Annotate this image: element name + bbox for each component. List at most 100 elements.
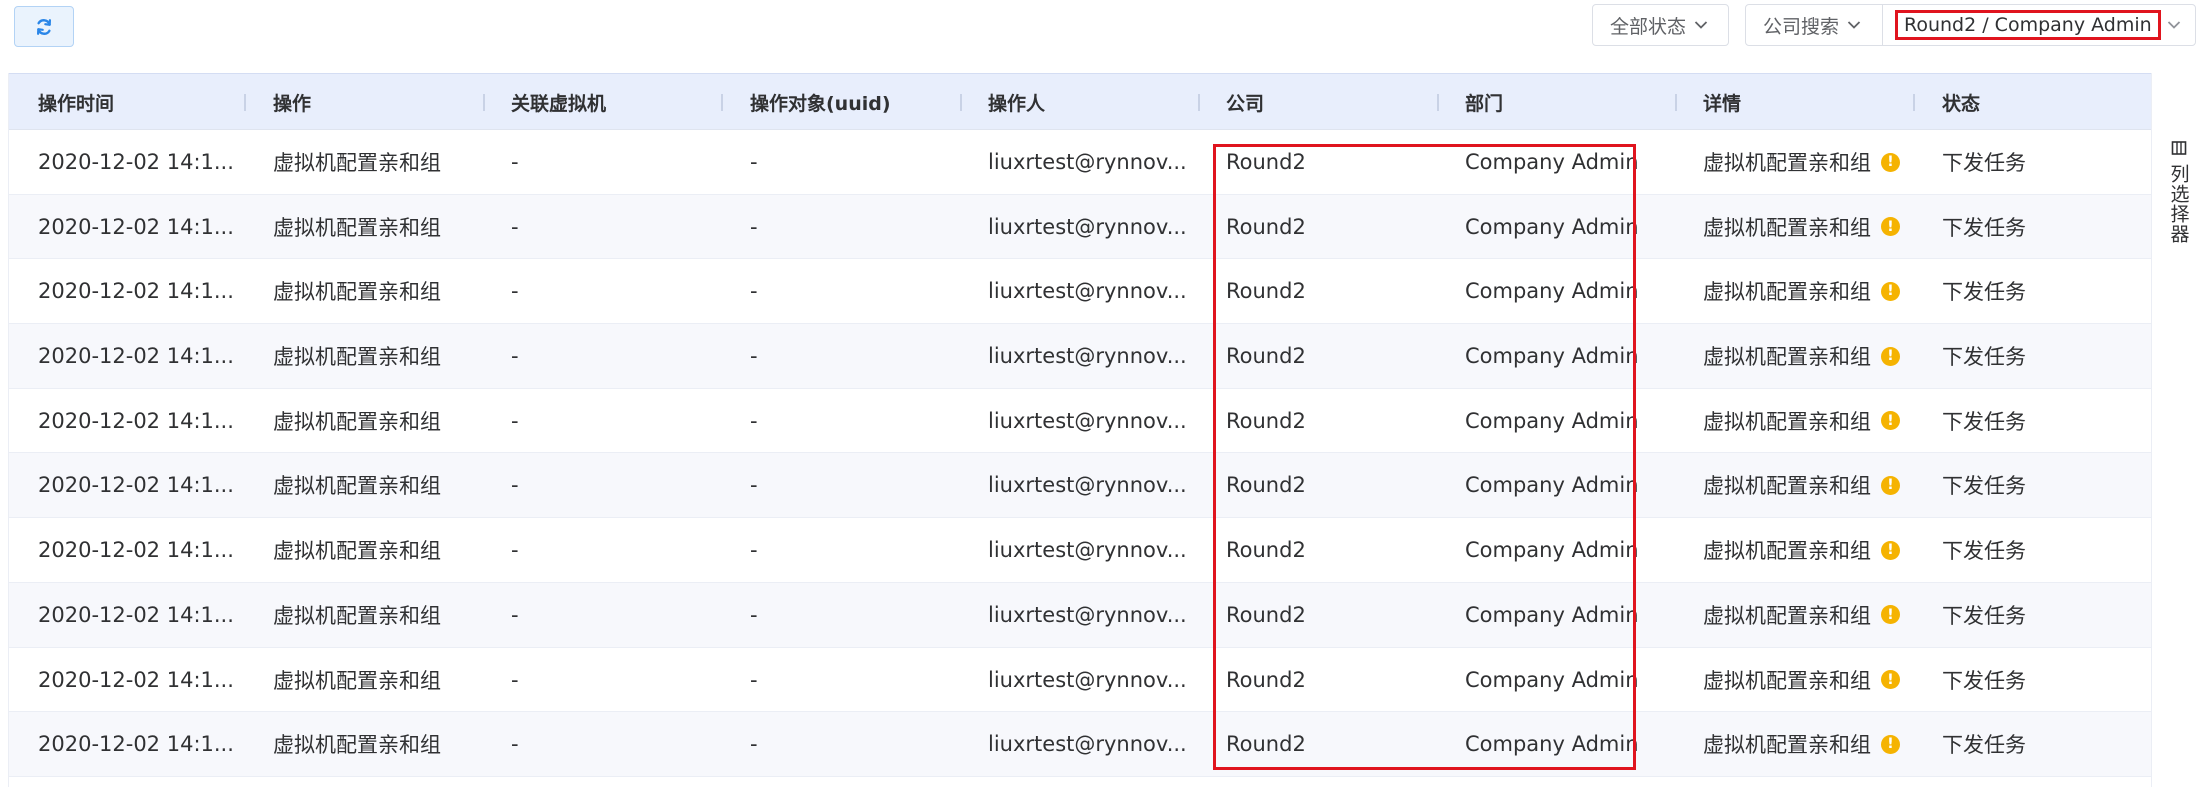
cell-department: Company Admin (1465, 732, 1639, 757)
column-picker-label: 列选择器 (2167, 164, 2190, 244)
cell-time: 2020-12-02 14:1... (38, 473, 234, 498)
cell-operator: liuxrtest@rynnov... (988, 667, 1187, 692)
warning-icon[interactable]: ! (1881, 734, 1900, 754)
cell-vm: - (511, 344, 519, 369)
operation-log-table: 操作时间 操作 关联虚拟机 操作对象(uuid) 操作人 公司 部门 详情 状态… (8, 73, 2151, 787)
table-row[interactable]: 2020-12-02 14:1... 虚拟机配置亲和组 - - liuxrtes… (9, 389, 2151, 454)
column-divider[interactable] (1675, 94, 1677, 111)
table-row[interactable]: 2020-12-02 14:1... 虚拟机配置亲和组 - - liuxrtes… (9, 324, 2151, 389)
cell-detail: 虚拟机配置亲和组 ! (1703, 648, 1900, 712)
cell-detail-text: 虚拟机配置亲和组 (1703, 603, 1871, 628)
cell-time: 2020-12-02 14:1... (38, 602, 234, 627)
cell-company: Round2 (1226, 538, 1306, 563)
warning-icon[interactable]: ! (1881, 670, 1900, 689)
cell-operator: liuxrtest@rynnov... (988, 344, 1187, 369)
cell-operator: liuxrtest@rynnov... (988, 473, 1187, 498)
warning-icon[interactable]: ! (1881, 411, 1900, 431)
cell-uuid: - (750, 279, 758, 304)
column-picker-button[interactable]: 列选择器 (2155, 140, 2203, 244)
column-header-detail[interactable]: 详情 (1703, 74, 1741, 131)
cell-detail-text: 虚拟机配置亲和组 (1703, 539, 1871, 564)
cell-status: 下发任务 (1942, 280, 2026, 305)
warning-icon[interactable]: ! (1881, 540, 1900, 560)
cell-operator: liuxrtest@rynnov... (988, 408, 1187, 433)
column-divider[interactable] (1198, 94, 1200, 111)
cell-time: 2020-12-02 14:1... (38, 344, 234, 369)
cell-company: Round2 (1226, 279, 1306, 304)
cell-operation: 虚拟机配置亲和组 (273, 345, 441, 370)
cell-detail: 虚拟机配置亲和组 ! (1703, 130, 1900, 194)
cell-department: Company Admin (1465, 344, 1639, 369)
column-header-department[interactable]: 部门 (1465, 74, 1503, 131)
column-header-vm[interactable]: 关联虚拟机 (511, 74, 606, 131)
cell-operation: 虚拟机配置亲和组 (273, 215, 441, 240)
status-filter-select[interactable]: 全部状态 (1592, 4, 1729, 46)
cell-department: Company Admin (1465, 602, 1639, 627)
column-divider[interactable] (721, 94, 723, 111)
cell-status: 下发任务 (1942, 603, 2026, 628)
warning-icon[interactable]: ! (1881, 605, 1900, 625)
column-header-time[interactable]: 操作时间 (38, 74, 114, 131)
cell-operator: liuxrtest@rynnov... (988, 279, 1187, 304)
cell-status: 下发任务 (1942, 215, 2026, 240)
cell-detail-text: 虚拟机配置亲和组 (1703, 668, 1871, 693)
column-header-company[interactable]: 公司 (1226, 74, 1264, 131)
cell-time: 2020-12-02 14:1... (38, 408, 234, 433)
column-divider[interactable] (1437, 94, 1439, 111)
column-header-uuid[interactable]: 操作对象(uuid) (750, 74, 891, 131)
cell-operation: 虚拟机配置亲和组 (273, 539, 441, 564)
cell-department: Company Admin (1465, 214, 1639, 239)
cell-detail: 虚拟机配置亲和组 ! (1703, 518, 1900, 582)
column-divider[interactable] (960, 94, 962, 111)
cell-company: Round2 (1226, 408, 1306, 433)
warning-icon[interactable]: ! (1881, 475, 1900, 495)
cell-status: 下发任务 (1942, 409, 2026, 434)
cell-company: Round2 (1226, 602, 1306, 627)
table-row[interactable]: 2020-12-02 14:1... 虚拟机配置亲和组 - - liuxrtes… (9, 648, 2151, 713)
warning-icon[interactable]: ! (1881, 281, 1900, 301)
cell-time: 2020-12-02 14:1... (38, 214, 234, 239)
column-header-operator[interactable]: 操作人 (988, 74, 1045, 131)
refresh-button[interactable] (14, 6, 74, 47)
cell-vm: - (511, 538, 519, 563)
company-search-select[interactable]: 公司搜索 (1745, 4, 1883, 46)
column-divider[interactable] (1913, 94, 1915, 111)
warning-icon[interactable]: ! (1881, 152, 1900, 172)
cell-status: 下发任务 (1942, 345, 2026, 370)
cell-company: Round2 (1226, 214, 1306, 239)
table-row[interactable]: 2020-12-02 14:1... 虚拟机配置亲和组 - - liuxrtes… (9, 582, 2151, 648)
table-row[interactable]: 2020-12-02 14:1... 虚拟机配置亲和组 - - liuxrtes… (9, 518, 2151, 583)
table-row[interactable]: 2020-12-02 14:1... 虚拟机配置亲和组 - - liuxrtes… (9, 259, 2151, 325)
cell-time: 2020-12-02 14:1... (38, 667, 234, 692)
department-select-value: Round2 / Company Admin (1895, 10, 2161, 40)
cell-operator: liuxrtest@rynnov... (988, 602, 1187, 627)
table-row[interactable]: 2020-12-02 14:1... 虚拟机配置亲和组 - - liuxrtes… (9, 194, 2151, 260)
cell-company: Round2 (1226, 732, 1306, 757)
cell-operation: 虚拟机配置亲和组 (273, 409, 441, 434)
column-header-status[interactable]: 状态 (1942, 74, 1980, 131)
cell-uuid: - (750, 732, 758, 757)
table-body: 2020-12-02 14:1... 虚拟机配置亲和组 - - liuxrtes… (9, 130, 2151, 777)
cell-operation: 虚拟机配置亲和组 (273, 151, 441, 175)
column-divider[interactable] (244, 94, 246, 111)
cell-vm: - (511, 279, 519, 304)
department-select[interactable]: Round2 / Company Admin (1882, 4, 2196, 46)
warning-icon[interactable]: ! (1881, 346, 1900, 366)
cell-uuid: - (750, 344, 758, 369)
cell-operator: liuxrtest@rynnov... (988, 732, 1187, 757)
chevron-down-icon (1847, 20, 1861, 30)
table-row[interactable]: 2020-12-02 14:1... 虚拟机配置亲和组 - - liuxrtes… (9, 712, 2151, 777)
column-divider[interactable] (483, 94, 485, 111)
cell-status: 下发任务 (1942, 539, 2026, 564)
cell-department: Company Admin (1465, 667, 1639, 692)
column-header-operation[interactable]: 操作 (273, 74, 311, 131)
cell-vm: - (511, 602, 519, 627)
cell-operation: 虚拟机配置亲和组 (273, 668, 441, 693)
table-row[interactable]: 2020-12-02 14:1... 虚拟机配置亲和组 - - liuxrtes… (9, 453, 2151, 519)
cell-vm: - (511, 150, 519, 174)
cell-detail: 虚拟机配置亲和组 ! (1703, 195, 1900, 259)
warning-icon[interactable]: ! (1881, 217, 1900, 237)
table-row[interactable]: 2020-12-02 14:1... 虚拟机配置亲和组 - - liuxrtes… (9, 130, 2151, 195)
cell-operation: 虚拟机配置亲和组 (273, 280, 441, 305)
cell-department: Company Admin (1465, 538, 1639, 563)
